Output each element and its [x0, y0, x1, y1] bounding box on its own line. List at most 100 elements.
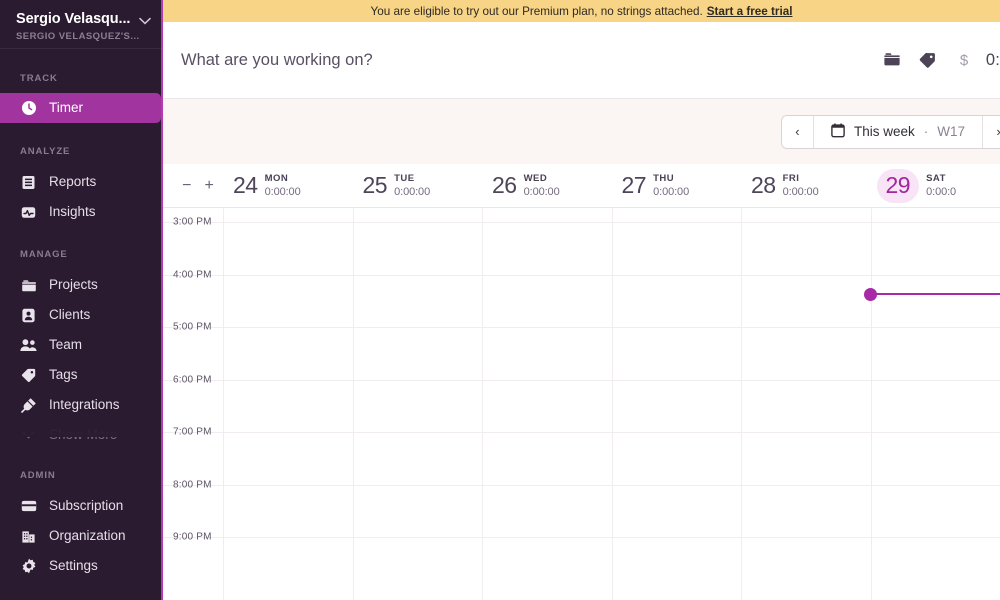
sidebar-item-label: Insights — [49, 204, 96, 220]
sidebar-item-projects[interactable]: Projects — [0, 270, 163, 300]
day-duration: 0:00:0 — [926, 186, 957, 198]
report-icon — [20, 174, 37, 191]
main-content: You are eligible to try out our Premium … — [163, 0, 1000, 600]
current-time-line — [870, 292, 1000, 295]
day-weekday: SAT — [926, 173, 946, 184]
day-column-divider — [870, 208, 872, 600]
chevron-down-icon — [20, 431, 37, 439]
day-number: 28 — [751, 172, 776, 198]
grid-inner: 3:00 PM 4:00 PM 5:00 PM 6:00 PM 7:00 PM 8:00 … — [163, 208, 1000, 600]
day-duration: 0:00:00 — [653, 186, 690, 198]
zoom-controls: − + — [163, 164, 223, 207]
chevron-down-icon — [139, 14, 151, 28]
day-header-thu[interactable]: 27 THU 0:00:00 — [612, 164, 742, 207]
hour-gridline — [163, 432, 1000, 433]
date-range-text: This week — [853, 124, 915, 139]
hour-label: 5:00 PM — [173, 321, 212, 333]
sidebar-item-timer[interactable]: Timer — [0, 93, 161, 123]
folder-icon — [20, 277, 37, 294]
sidebar-item-integrations[interactable]: Integrations — [0, 390, 163, 420]
timer-readout: 0: — [985, 50, 1000, 69]
sidebar-item-label: Settings — [49, 558, 98, 574]
day-header-sat[interactable]: 29 SAT 0:00:0 — [871, 164, 1000, 207]
sidebar-item-label: Organization — [49, 528, 126, 544]
sidebar-item-label: Timer — [49, 100, 83, 116]
timer-entry-bar: $ 0: — [163, 22, 1000, 99]
sidebar-item-reports[interactable]: Reports — [0, 167, 163, 197]
day-column-divider — [741, 208, 742, 600]
start-free-trial-link[interactable]: Start a free trial — [707, 5, 793, 18]
sidebar-item-team[interactable]: Team — [0, 330, 163, 360]
plug-icon — [20, 397, 37, 414]
day-header-wed[interactable]: 26 WED 0:00:00 — [482, 164, 612, 207]
previous-week-button[interactable]: ‹ — [781, 115, 813, 148]
day-header-fri[interactable]: 28 FRI 0:00:00 — [741, 164, 871, 207]
hour-label: 4:00 PM — [173, 269, 212, 280]
zoom-in-button[interactable]: + — [205, 177, 214, 194]
sidebar-item-label: Tags — [49, 367, 78, 383]
sidebar-item-organization[interactable]: Organization — [0, 521, 163, 551]
date-range-picker: ‹ This week · W17 › — [780, 114, 1000, 149]
tag-icon[interactable] — [910, 42, 946, 78]
folder-icon[interactable] — [874, 42, 910, 78]
day-column-divider — [482, 208, 483, 600]
day-header-mon[interactable]: 24 MON 0:00:00 — [223, 164, 353, 207]
calendar-icon — [831, 122, 845, 141]
hour-gridline — [163, 537, 1000, 538]
date-navigation-strip: ‹ This week · W17 › — [163, 99, 1000, 164]
day-number: 25 — [362, 172, 388, 198]
timer-description-input[interactable] — [181, 45, 874, 75]
hour-label: 6:00 PM — [173, 374, 212, 385]
day-duration: 0:00:00 — [394, 186, 431, 198]
sidebar-item-label: Clients — [49, 307, 91, 323]
day-columns-header: 24 MON 0:00:00 25 TUE 0:00:00 26 WED 0:0… — [223, 164, 1000, 207]
current-time-indicator — [863, 287, 1000, 301]
hour-gridline — [163, 222, 1000, 223]
next-week-button[interactable]: › — [983, 115, 1000, 148]
sidebar-item-label: Subscription — [49, 498, 124, 514]
user-organization: Sergio Velasquez's... — [16, 31, 140, 42]
day-weekday: FRI — [782, 173, 800, 184]
gear-icon — [20, 558, 37, 575]
hour-label: 9:00 PM — [173, 531, 212, 543]
date-range-separator: · — [923, 124, 929, 139]
day-number: 24 — [233, 172, 258, 198]
hour-gridline — [163, 484, 1000, 486]
hour-label: 7:00 PM — [173, 426, 212, 438]
sidebar-item-insights[interactable]: Insights — [0, 197, 163, 227]
show-more-button[interactable]: Show More — [0, 420, 163, 450]
day-duration: 0:00:00 — [523, 186, 560, 198]
admin-section: ADMIN Subscription Organization Settings — [0, 470, 163, 581]
day-weekday: MON — [264, 173, 289, 184]
day-column-divider — [223, 208, 224, 600]
hour-label: 8:00 PM — [173, 479, 212, 490]
insights-icon — [20, 204, 37, 221]
sidebar: Sergio Velasqu... Sergio Velasquez's... … — [0, 0, 163, 600]
sidebar-item-label: Reports — [49, 174, 97, 190]
current-time-dot — [863, 287, 877, 301]
hour-gridline — [163, 379, 1000, 381]
day-number: 27 — [621, 172, 647, 198]
date-range-label[interactable]: This week · W17 — [812, 115, 983, 148]
user-name: Sergio Velasqu... — [16, 11, 131, 27]
day-header-tue[interactable]: 25 TUE 0:00:00 — [353, 164, 483, 207]
day-duration: 0:00:00 — [782, 186, 819, 198]
building-icon — [20, 528, 37, 545]
sidebar-item-settings[interactable]: Settings — [0, 551, 163, 581]
section-label-track: TRACK — [20, 73, 58, 84]
sidebar-item-subscription[interactable]: Subscription — [0, 491, 163, 521]
clock-icon — [20, 100, 37, 117]
day-number: 26 — [492, 172, 517, 198]
premium-banner: You are eligible to try out our Premium … — [163, 0, 1000, 22]
zoom-out-button[interactable]: − — [182, 177, 191, 194]
sidebar-item-tags[interactable]: Tags — [0, 360, 163, 390]
timer-app: Sergio Velasqu... Sergio Velasquez's... … — [0, 0, 1000, 600]
week-calendar-grid[interactable]: 3:00 PM 4:00 PM 5:00 PM 6:00 PM 7:00 PM 8:00 … — [163, 208, 1000, 600]
day-header-row: − + 24 MON 0:00:00 25 TUE 0:00:00 26 WED… — [163, 164, 1000, 208]
show-more-label: Show More — [49, 427, 118, 443]
user-switcher[interactable]: Sergio Velasqu... Sergio Velasquez's... — [0, 0, 163, 49]
sidebar-item-label: Integrations — [49, 397, 120, 413]
hour-label: 3:00 PM — [173, 216, 212, 228]
dollar-icon[interactable]: $ — [946, 42, 982, 78]
sidebar-item-clients[interactable]: Clients — [0, 300, 163, 330]
